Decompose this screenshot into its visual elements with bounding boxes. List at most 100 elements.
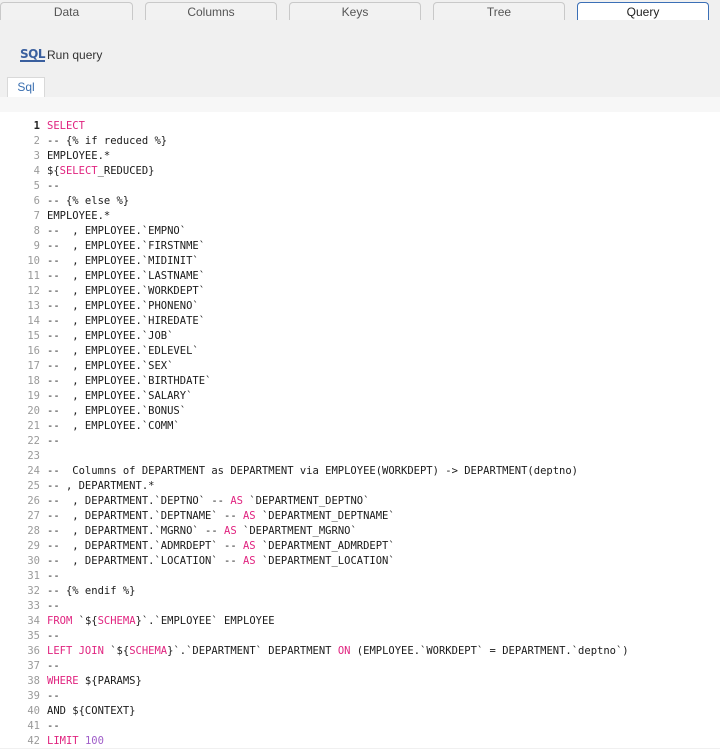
code-line: 18 -- , EMPLOYEE.`BIRTHDATE` <box>0 374 720 389</box>
run-query-label: Run query <box>47 48 103 62</box>
line-number: 6 <box>33 195 40 207</box>
code-line: 29 -- , DEPARTMENT.`ADMRDEPT` -- AS `DEPA… <box>0 539 720 554</box>
tab-keys[interactable]: Keys <box>289 2 421 20</box>
code-text: -- , EMPLOYEE.`COMM` <box>47 420 180 432</box>
code-text: EMPLOYEE.* <box>47 150 111 162</box>
line-number: 16 <box>27 345 40 357</box>
code-text: LEFT JOIN `${SCHEMA}`.`DEPARTMENT` DEPAR… <box>47 645 629 657</box>
query-toolbar: SQL Run query <box>0 20 720 77</box>
code-line: 14 -- , EMPLOYEE.`HIREDATE` <box>0 314 720 329</box>
code-line: 6 -- {% else %} <box>0 194 720 209</box>
code-text: -- , EMPLOYEE.`MIDINIT` <box>47 255 199 267</box>
code-text: -- , EMPLOYEE.`FIRSTNME` <box>47 240 206 252</box>
code-text: -- , EMPLOYEE.`SALARY` <box>47 390 193 402</box>
code-line: 15 -- , EMPLOYEE.`JOB` <box>0 329 720 344</box>
code-line: 40 AND ${CONTEXT} <box>0 704 720 719</box>
line-number: 39 <box>27 690 40 702</box>
line-number: 22 <box>27 435 40 447</box>
code-text: -- <box>47 180 60 192</box>
tab-sql[interactable]: Sql <box>7 77 45 97</box>
code-line: 23 <box>0 449 720 464</box>
line-number: 32 <box>27 585 40 597</box>
code-text: SELECT <box>47 120 85 132</box>
line-number: 31 <box>27 570 40 582</box>
line-number: 1 <box>33 120 40 132</box>
code-text: -- <box>47 660 60 672</box>
code-text: AND ${CONTEXT} <box>47 705 136 717</box>
code-line: 26 -- , DEPARTMENT.`DEPTNO` -- AS `DEPART… <box>0 494 720 509</box>
code-line: 37 -- <box>0 659 720 674</box>
code-text: -- <box>47 570 60 582</box>
code-line: 22 -- <box>0 434 720 449</box>
line-number: 40 <box>27 705 40 717</box>
code-text: -- , DEPARTMENT.* <box>47 480 155 492</box>
code-text: -- , EMPLOYEE.`EDLEVEL` <box>47 345 199 357</box>
code-line: 38 WHERE ${PARAMS} <box>0 674 720 689</box>
code-line: 7 EMPLOYEE.* <box>0 209 720 224</box>
line-number: 37 <box>27 660 40 672</box>
code-text: -- , EMPLOYEE.`EMPNO` <box>47 225 187 237</box>
line-number: 15 <box>27 330 40 342</box>
code-line: 30 -- , DEPARTMENT.`LOCATION` -- AS `DEPA… <box>0 554 720 569</box>
line-number: 14 <box>27 315 40 327</box>
code-text: -- , EMPLOYEE.`JOB` <box>47 330 174 342</box>
code-line: 10 -- , EMPLOYEE.`MIDINIT` <box>0 254 720 269</box>
sql-code-editor[interactable]: 1 SELECT 2 -- {% if reduced %} 3 EMPLOYEE.* 4 $… <box>0 112 720 748</box>
tab-query[interactable]: Query <box>577 2 709 20</box>
code-line: 33 -- <box>0 599 720 614</box>
code-text: ${SELECT_REDUCED} <box>47 165 155 177</box>
code-line: 31 -- <box>0 569 720 584</box>
line-number: 18 <box>27 375 40 387</box>
code-text: -- , EMPLOYEE.`BIRTHDATE` <box>47 375 212 387</box>
code-line: 1 SELECT <box>0 119 720 134</box>
code-text: LIMIT 100 <box>47 735 104 747</box>
line-number: 9 <box>33 240 40 252</box>
line-number: 5 <box>33 180 40 192</box>
editor-tab-strip: Sql <box>0 77 720 97</box>
code-text: -- , DEPARTMENT.`MGRNO` -- AS `DEPARTMEN… <box>47 525 357 537</box>
code-line: 2 -- {% if reduced %} <box>0 134 720 149</box>
code-line: 35 -- <box>0 629 720 644</box>
code-text: -- <box>47 600 60 612</box>
code-text: -- , DEPARTMENT.`LOCATION` -- AS `DEPART… <box>47 555 395 567</box>
code-line: 39 -- <box>0 689 720 704</box>
line-number: 26 <box>27 495 40 507</box>
line-number: 41 <box>27 720 40 732</box>
line-number: 17 <box>27 360 40 372</box>
line-number: 38 <box>27 675 40 687</box>
line-number: 33 <box>27 600 40 612</box>
code-text: -- , EMPLOYEE.`SEX` <box>47 360 174 372</box>
code-text: -- <box>47 720 60 732</box>
code-text: -- {% else %} <box>47 195 130 207</box>
run-query-button[interactable]: SQL Run query <box>20 47 102 63</box>
line-number: 19 <box>27 390 40 402</box>
line-number: 30 <box>27 555 40 567</box>
line-number: 28 <box>27 525 40 537</box>
line-number: 20 <box>27 405 40 417</box>
tab-columns[interactable]: Columns <box>145 2 277 20</box>
code-text: -- {% if reduced %} <box>47 135 168 147</box>
code-line: 28 -- , DEPARTMENT.`MGRNO` -- AS `DEPARTM… <box>0 524 720 539</box>
code-text: -- Columns of DEPARTMENT as DEPARTMENT v… <box>47 465 579 477</box>
line-number: 2 <box>33 135 40 147</box>
line-number: 29 <box>27 540 40 552</box>
line-number: 23 <box>27 450 40 462</box>
code-text: -- , DEPARTMENT.`DEPTNO` -- AS `DEPARTME… <box>47 495 370 507</box>
line-number: 4 <box>33 165 40 177</box>
code-line: 17 -- , EMPLOYEE.`SEX` <box>0 359 720 374</box>
code-text: -- , EMPLOYEE.`HIREDATE` <box>47 315 206 327</box>
line-number: 21 <box>27 420 40 432</box>
line-number: 35 <box>27 630 40 642</box>
code-line: 3 EMPLOYEE.* <box>0 149 720 164</box>
code-line: 41 -- <box>0 719 720 734</box>
code-text: -- <box>47 630 60 642</box>
tab-tree[interactable]: Tree <box>433 2 565 20</box>
tab-data[interactable]: Data <box>0 2 133 20</box>
code-text: -- , EMPLOYEE.`LASTNAME` <box>47 270 206 282</box>
code-text: -- , EMPLOYEE.`PHONENO` <box>47 300 199 312</box>
code-text: -- , DEPARTMENT.`DEPTNAME` -- AS `DEPART… <box>47 510 395 522</box>
code-text: WHERE ${PARAMS} <box>47 675 142 687</box>
line-number: 42 <box>27 735 40 747</box>
sql-icon: SQL <box>20 47 46 62</box>
line-number: 34 <box>27 615 40 627</box>
